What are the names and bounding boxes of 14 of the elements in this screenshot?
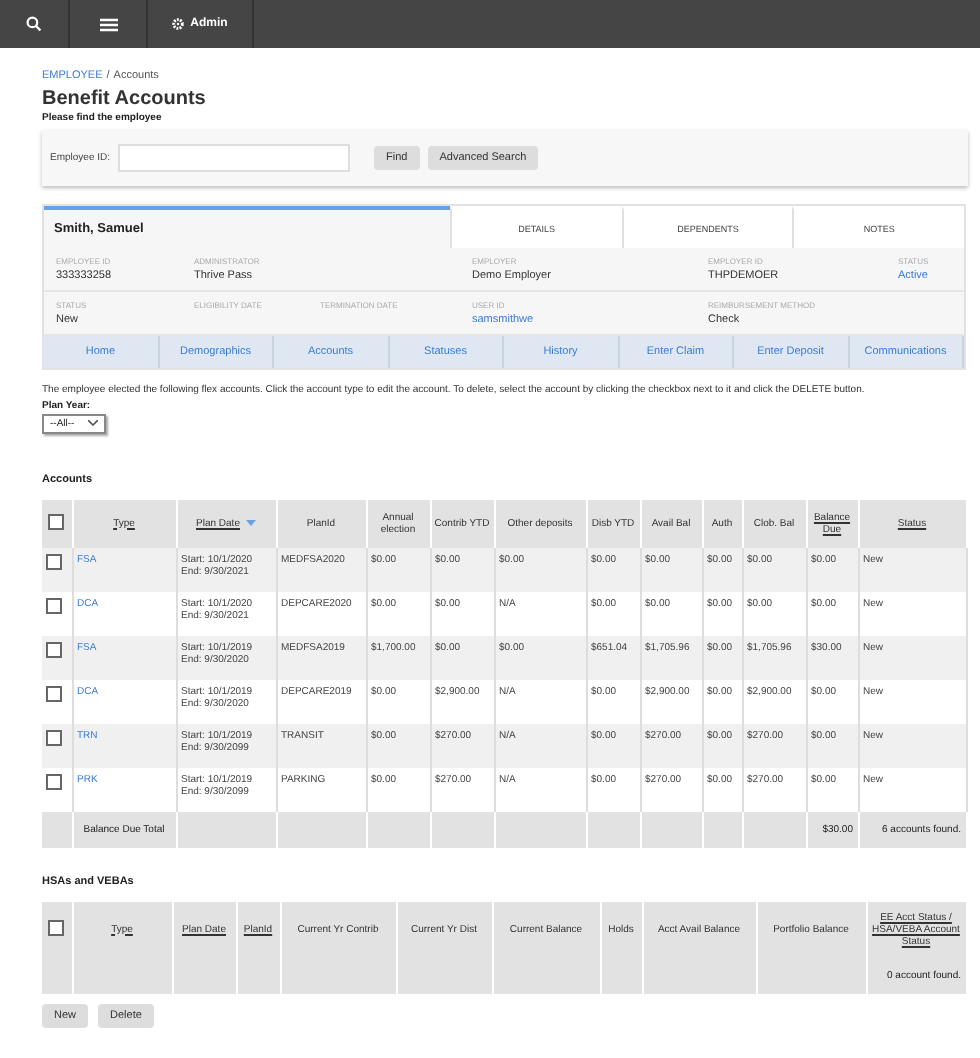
checkbox[interactable] <box>46 729 62 745</box>
search-icon <box>26 16 42 32</box>
checkbox[interactable] <box>46 553 62 569</box>
checkbox[interactable] <box>48 513 65 529</box>
checkbox[interactable] <box>46 597 62 613</box>
checkbox[interactable] <box>48 919 65 935</box>
employee-id-field[interactable] <box>118 144 351 172</box>
gear-icon <box>172 18 185 30</box>
chevron-down-icon <box>88 420 98 426</box>
page-title: Benefit Accounts <box>42 88 208 110</box>
checkbox[interactable] <box>46 773 62 789</box>
menu-icon <box>99 17 117 31</box>
checkbox[interactable] <box>46 685 62 701</box>
checkbox[interactable] <box>46 641 62 657</box>
